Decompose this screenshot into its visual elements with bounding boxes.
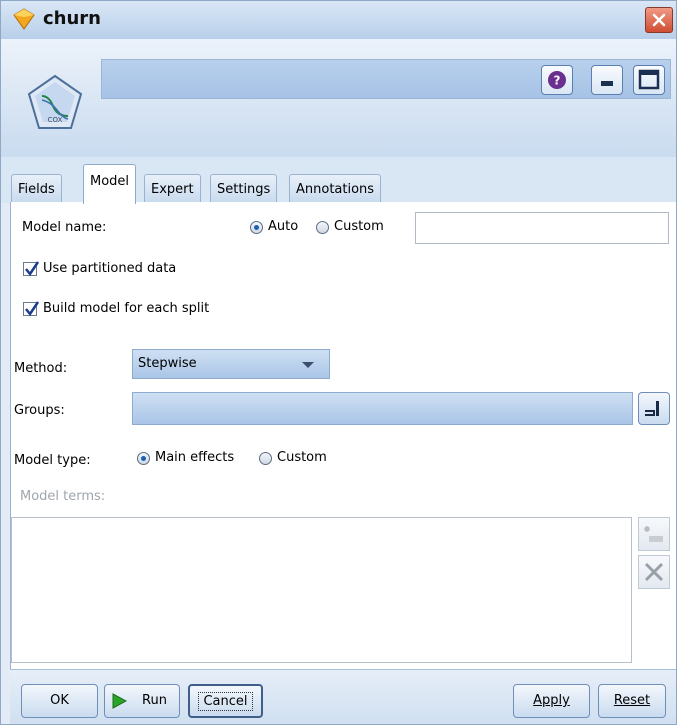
close-icon (652, 13, 666, 27)
tab-expert-label: Expert (151, 182, 194, 197)
field-picker-icon (645, 401, 659, 416)
model-name-auto-radio[interactable] (250, 221, 263, 234)
model-terms-label: Model terms: (20, 489, 106, 504)
checkmark-icon (25, 301, 40, 317)
method-label: Method: (14, 361, 68, 376)
title-bar[interactable]: churn (1, 1, 676, 40)
model-name-custom-label: Custom (334, 219, 384, 234)
ok-button[interactable]: OK (21, 684, 98, 718)
model-type-custom-label: Custom (277, 450, 327, 465)
minimize-icon (601, 81, 613, 86)
groups-label: Groups: (14, 403, 65, 418)
run-button[interactable]: Run (104, 684, 180, 718)
add-term-button[interactable] (638, 517, 670, 551)
model-type-label: Model type: (14, 453, 91, 468)
chevron-down-icon (302, 362, 314, 368)
delete-icon (644, 562, 664, 582)
dialog-window: churn COX ? Fields Model Expert Settings… (0, 0, 677, 725)
tab-model-label: Model (90, 174, 130, 189)
run-button-label: Run (142, 693, 167, 708)
cancel-button-label: Cancel (198, 692, 253, 711)
tab-annotations[interactable]: Annotations (289, 174, 382, 203)
model-name-label: Model name: (22, 220, 107, 235)
remove-term-button[interactable] (638, 555, 670, 589)
build-model-each-split-checkbox[interactable] (23, 301, 40, 317)
cox-node-icon: COX (27, 74, 83, 129)
tab-settings-label: Settings (217, 182, 271, 197)
tab-fields-label: Fields (18, 182, 55, 197)
model-name-custom-radio[interactable] (316, 221, 329, 234)
model-terms-list[interactable] (11, 517, 632, 663)
tab-expert[interactable]: Expert (144, 174, 201, 203)
reset-button-label: Reset (613, 693, 651, 708)
maximize-button[interactable] (633, 65, 665, 95)
button-bar: OK Run Cancel Apply Reset (10, 669, 676, 724)
apply-button-label: Apply (533, 693, 570, 708)
node-name-bar (101, 59, 671, 99)
model-type-custom-radio[interactable] (259, 452, 272, 465)
model-type-main-effects-radio[interactable] (137, 452, 150, 465)
close-button[interactable] (645, 7, 673, 33)
use-partitioned-data-checkbox[interactable] (23, 261, 40, 277)
tab-fields[interactable]: Fields (11, 174, 62, 203)
help-icon: ? (548, 71, 566, 89)
use-partitioned-data-label: Use partitioned data (43, 261, 177, 276)
model-name-input[interactable] (415, 212, 669, 244)
cancel-button[interactable]: Cancel (188, 684, 263, 718)
checkmark-icon (25, 261, 40, 277)
run-icon (112, 693, 127, 709)
reset-button[interactable]: Reset (598, 684, 666, 718)
diamond-node-icon (13, 8, 35, 30)
build-model-each-split-label: Build model for each split (43, 301, 210, 316)
apply-button[interactable]: Apply (513, 684, 590, 718)
add-term-icon (644, 526, 663, 542)
help-button[interactable]: ? (541, 65, 573, 95)
ok-button-label: OK (50, 693, 69, 708)
tab-model[interactable]: Model (83, 164, 137, 204)
model-name-auto-label: Auto (268, 219, 299, 234)
model-tab-panel: Model name: Auto Custom Use partitioned … (10, 202, 676, 724)
tab-annotations-label: Annotations (296, 182, 375, 197)
svg-text:?: ? (554, 74, 561, 88)
method-selected-value: Stepwise (138, 356, 197, 371)
node-icon-text: COX (48, 116, 63, 124)
field-picker-button[interactable] (638, 392, 670, 425)
method-dropdown[interactable]: Stepwise (132, 349, 330, 379)
tab-settings[interactable]: Settings (210, 174, 278, 203)
minimize-button[interactable] (591, 65, 623, 95)
dialog-header: COX ? (1, 39, 676, 157)
groups-field[interactable] (132, 392, 633, 425)
tab-bar: Fields Model Expert Settings Annotations (1, 157, 676, 204)
model-type-main-effects-label: Main effects (155, 450, 235, 465)
window-title: churn (43, 8, 101, 29)
maximize-icon (638, 69, 660, 90)
